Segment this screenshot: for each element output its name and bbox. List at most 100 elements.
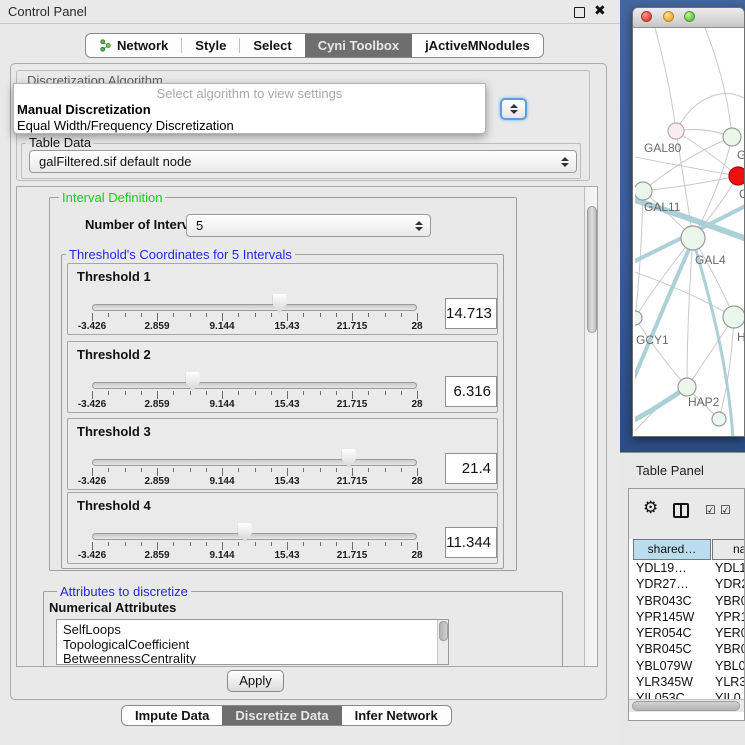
cell: YDR2 <box>715 577 744 591</box>
slider-tick-label: 15.43 <box>274 550 299 561</box>
split-columns-icon[interactable] <box>673 503 689 518</box>
list-item-topologicalcoefficient[interactable]: TopologicalCoefficient <box>57 638 448 653</box>
slider-tick-label: 2.859 <box>144 550 169 561</box>
select-all-checkbox-icon[interactable]: ☑ <box>705 503 716 517</box>
slider-tick <box>173 313 174 317</box>
combo-stepper-icon <box>561 157 569 167</box>
network-canvas[interactable]: GAL80 GAL11 GAL4 GCY1 HAP2 H C GA <box>635 28 744 436</box>
combo-stepper-icon <box>510 104 518 114</box>
table-row[interactable]: YBL079WYBL0 <box>629 658 744 674</box>
attributes-list-scrollbar[interactable] <box>437 620 448 664</box>
tab-style-label: Style <box>195 38 226 53</box>
gear-icon[interactable]: ⚙ <box>643 498 658 518</box>
slider-tick <box>173 542 174 546</box>
slider-tick <box>190 391 191 395</box>
table-row[interactable]: YER054CYER0 <box>629 625 744 641</box>
threshold-2-slider-track[interactable] <box>92 382 417 389</box>
slider-tick <box>287 542 288 550</box>
table-row[interactable]: YIL053CYIL0 <box>629 690 744 699</box>
slider-tick-label: 21.715 <box>337 321 368 332</box>
table-panel-title: Table Panel <box>636 463 704 478</box>
slider-tick <box>238 468 239 472</box>
slider-tick <box>125 542 126 546</box>
float-window-icon[interactable] <box>574 7 585 18</box>
threshold-2-value-field[interactable]: 6.316 <box>445 376 497 407</box>
slider-tick <box>125 313 126 317</box>
network-node[interactable] <box>712 412 726 426</box>
table-row[interactable]: YPR145WYPR1 <box>629 609 744 625</box>
network-node[interactable] <box>723 306 744 328</box>
close-traffic-light-icon[interactable] <box>641 11 652 22</box>
slider-tick <box>206 391 207 395</box>
unselect-all-checkbox-icon[interactable]: ☑ <box>720 503 731 517</box>
node-label-hap2: HAP2 <box>688 395 720 409</box>
slider-tick <box>92 542 93 550</box>
tab-cyni-toolbox[interactable]: Cyni Toolbox <box>305 34 412 57</box>
tab-network[interactable]: Network <box>86 34 181 57</box>
cell: YER0 <box>715 626 744 640</box>
table-row[interactable]: YLR345WYLR3 <box>629 674 744 690</box>
threshold-1-value-field[interactable]: 14.713 <box>445 298 497 329</box>
slider-tick <box>401 542 402 546</box>
list-item-betweennesscentrality[interactable]: BetweennessCentrality <box>57 652 448 665</box>
tab-jactivemnodules[interactable]: jActiveMNodules <box>412 34 543 57</box>
network-node-gal11[interactable] <box>635 182 652 200</box>
cell: YBR045C <box>636 642 692 656</box>
network-node-hap2[interactable] <box>678 378 696 396</box>
tab-select[interactable]: Select <box>240 34 304 57</box>
node-table-container: ⚙ ☑ ☑ shared… name YDL19…YDL1 YDR27…YDR2… <box>628 488 745 721</box>
table-row[interactable]: YDL19…YDL1 <box>629 560 744 576</box>
slider-tick-label: 21.715 <box>337 476 368 487</box>
slider-tick <box>352 313 353 321</box>
network-node-gcy1[interactable] <box>635 311 642 325</box>
table-data-combobox[interactable]: galFiltered.sif default node <box>29 150 577 173</box>
network-node[interactable] <box>723 128 741 146</box>
number-of-intervals-combobox[interactable]: 5 <box>186 214 431 237</box>
close-icon[interactable]: ✖ <box>594 3 606 19</box>
option-equal-width-frequency[interactable]: Equal Width/Frequency Discretization <box>17 118 234 133</box>
node-label-h: H <box>737 330 744 344</box>
threshold-3-value-field[interactable]: 21.4 <box>445 453 497 484</box>
network-node-gal4[interactable] <box>681 226 705 250</box>
threshold-4-slider-track[interactable] <box>92 533 417 540</box>
table-row[interactable]: YBR043CYBR0 <box>629 593 744 609</box>
tab-discretize-data[interactable]: Discretize Data <box>222 706 341 725</box>
slider-tick <box>320 391 321 395</box>
control-panel-title: Control Panel <box>8 4 87 19</box>
zoom-traffic-light-icon[interactable] <box>684 11 695 22</box>
network-node-selected[interactable] <box>729 167 744 185</box>
option-manual-discretization[interactable]: Manual Discretization <box>17 102 151 117</box>
algorithm-combobox-fragment[interactable] <box>500 98 527 120</box>
slider-tick <box>287 468 288 476</box>
scrollbar-thumb[interactable] <box>587 206 597 333</box>
scrollbar-thumb[interactable] <box>632 701 740 711</box>
tab-impute-data[interactable]: Impute Data <box>122 706 222 725</box>
node-label-ga: GA <box>737 148 744 162</box>
table-row[interactable]: YDR27…YDR2 <box>629 576 744 592</box>
table-horizontal-scrollbar[interactable] <box>629 699 744 712</box>
threshold-1-slider-track[interactable] <box>92 304 417 311</box>
slider-tick <box>141 391 142 395</box>
network-window-titlebar[interactable] <box>633 8 744 28</box>
network-node-gal80[interactable] <box>668 123 684 139</box>
slider-tick <box>385 313 386 317</box>
tab-infer-network[interactable]: Infer Network <box>342 706 451 725</box>
apply-button[interactable]: Apply <box>227 670 284 692</box>
slider-tick-labels: -3.4262.8599.14415.4321.71528 <box>68 321 497 333</box>
list-item-selfloops[interactable]: SelfLoops <box>57 620 448 638</box>
slider-tick-label: 21.715 <box>337 399 368 410</box>
slider-tick <box>336 391 337 395</box>
minimize-traffic-light-icon[interactable] <box>663 11 674 22</box>
tab-style[interactable]: Style <box>182 34 239 57</box>
threshold-3-slider-track[interactable] <box>92 459 417 466</box>
scrollbar-thumb[interactable] <box>439 621 448 641</box>
column-header-shared-name[interactable]: shared… <box>633 539 711 560</box>
threshold-4-label: Threshold 4 <box>77 498 151 513</box>
slider-tick <box>271 313 272 317</box>
cell: YBR0 <box>715 642 744 656</box>
column-header-name[interactable]: name <box>712 539 745 560</box>
threshold-4-value-field[interactable]: 11.344 <box>445 527 497 558</box>
settings-vertical-scrollbar[interactable] <box>584 187 598 666</box>
slider-tick-label: -3.426 <box>78 399 106 410</box>
table-row[interactable]: YBR045C YBR0 <box>629 641 744 657</box>
